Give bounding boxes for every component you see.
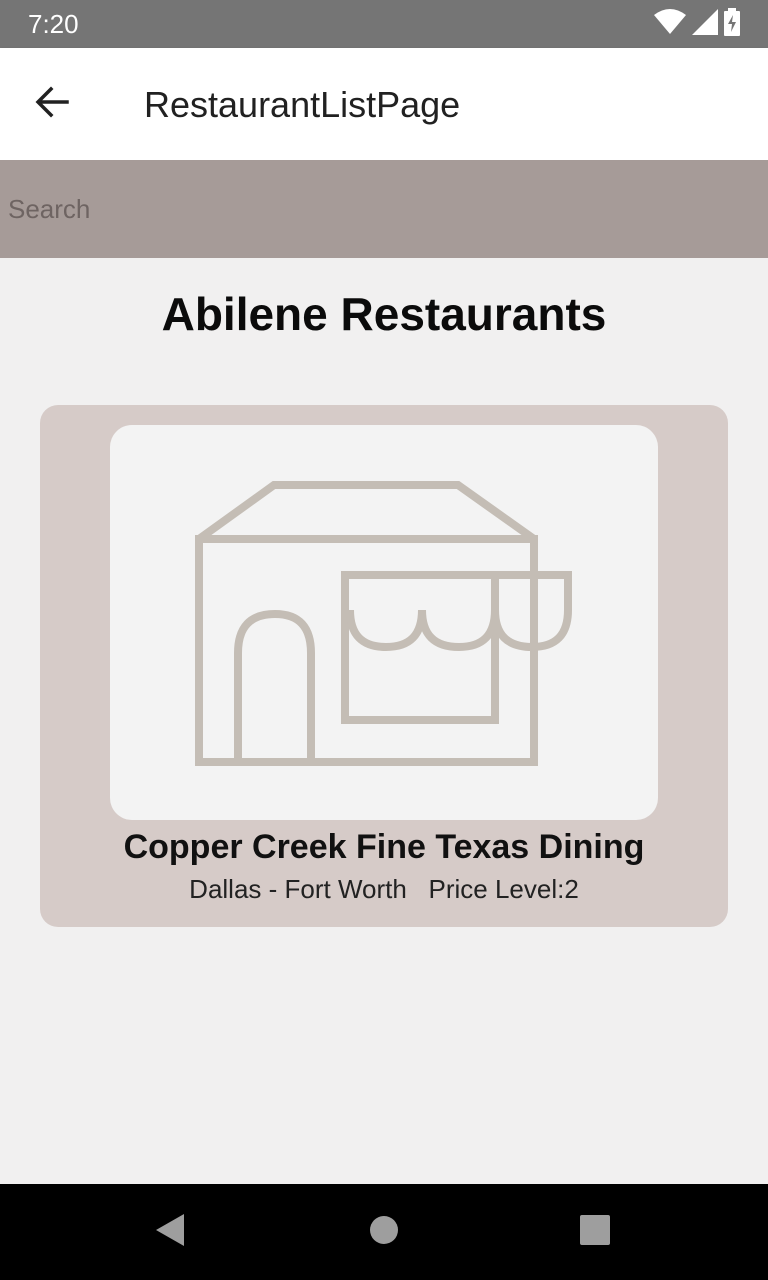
signal-icon [692, 8, 718, 40]
status-time: 7:20 [28, 9, 79, 39]
recents-square-icon [580, 1214, 610, 1250]
search-input[interactable] [0, 160, 768, 258]
arrow-back-icon [34, 84, 70, 125]
status-bar: 7:20 [0, 0, 768, 48]
nav-recents-button[interactable] [563, 1200, 627, 1264]
section-title: Abilene Restaurants [161, 288, 607, 340]
restaurant-image [110, 425, 658, 820]
nav-back-button[interactable] [138, 1200, 202, 1264]
restaurant-meta: Dallas - Fort Worth Price Level:2 [189, 874, 579, 904]
storefront-icon [110, 481, 658, 820]
wifi-icon [654, 8, 686, 40]
home-circle-icon [369, 1215, 399, 1250]
restaurant-name: Copper Creek Fine Texas Dining [123, 828, 645, 866]
back-triangle-icon [154, 1213, 186, 1252]
restaurant-card[interactable]: Copper Creek Fine Texas Dining Dallas - … [40, 405, 728, 927]
back-button[interactable] [20, 72, 84, 136]
page-title: RestaurantListPage [144, 84, 461, 125]
app-bar: RestaurantListPage [0, 48, 768, 160]
navigation-bar [0, 1184, 768, 1280]
search-bar [0, 160, 768, 258]
status-icons [654, 7, 740, 41]
battery-charging-icon [724, 7, 740, 41]
nav-home-button[interactable] [352, 1200, 416, 1264]
